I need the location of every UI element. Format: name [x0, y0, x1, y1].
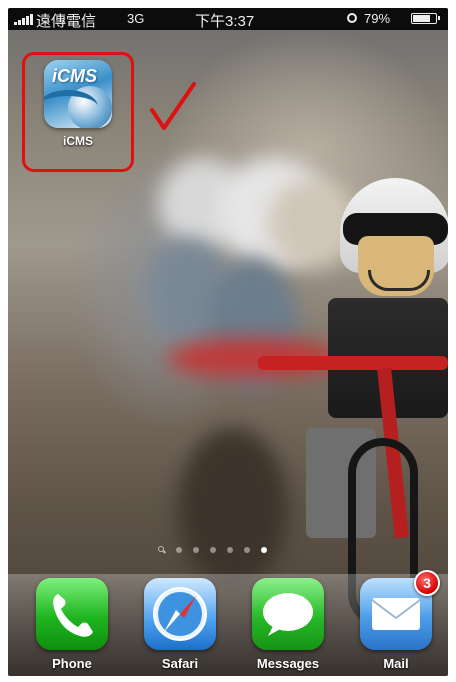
- status-bar: 遠傳電信 3G 下午3:37 79%: [8, 8, 448, 30]
- dock-label-phone: Phone: [52, 656, 92, 671]
- carrier-name: 遠傳電信: [36, 13, 97, 30]
- signal-bars-icon: [14, 13, 33, 25]
- speech-bubble-icon[interactable]: [252, 578, 324, 650]
- network-type: 3G: [127, 11, 145, 26]
- page-indicator[interactable]: [158, 546, 267, 553]
- page-dot[interactable]: [210, 546, 216, 553]
- page-dot[interactable]: [176, 546, 182, 553]
- highlight-box: [22, 52, 134, 172]
- phone-icon[interactable]: [36, 578, 108, 650]
- dock-app-safari[interactable]: Safari: [138, 578, 222, 676]
- dock-app-phone[interactable]: Phone: [30, 578, 114, 676]
- dock-app-messages[interactable]: Messages: [246, 578, 330, 676]
- dock-label-safari: Safari: [161, 656, 199, 671]
- spotlight-search-icon[interactable]: [158, 546, 165, 553]
- page-dot[interactable]: [244, 546, 250, 553]
- dock-label-mail: Mail: [383, 656, 409, 671]
- dock-label-messages: Messages: [256, 656, 320, 671]
- alarm-clock-icon: [347, 13, 357, 23]
- mail-badge: 3: [414, 570, 440, 596]
- page-dot[interactable]: [227, 546, 233, 553]
- page-dot-current[interactable]: [261, 546, 267, 553]
- red-checkmark-icon: [150, 82, 196, 130]
- battery-level: [413, 15, 430, 22]
- battery-icon: [411, 13, 440, 24]
- clock-time: 下午3:37: [195, 13, 255, 30]
- page-dot[interactable]: [193, 546, 199, 553]
- dock: Phone Safari Messages 3 Mail: [8, 570, 448, 676]
- safari-compass-icon[interactable]: [144, 578, 216, 650]
- battery-percent: 79%: [364, 11, 391, 26]
- iphone-screen: 遠傳電信 3G 下午3:37 79% iCMS iCMS Phone Safar…: [8, 8, 448, 676]
- dock-app-mail[interactable]: 3 Mail: [354, 570, 440, 676]
